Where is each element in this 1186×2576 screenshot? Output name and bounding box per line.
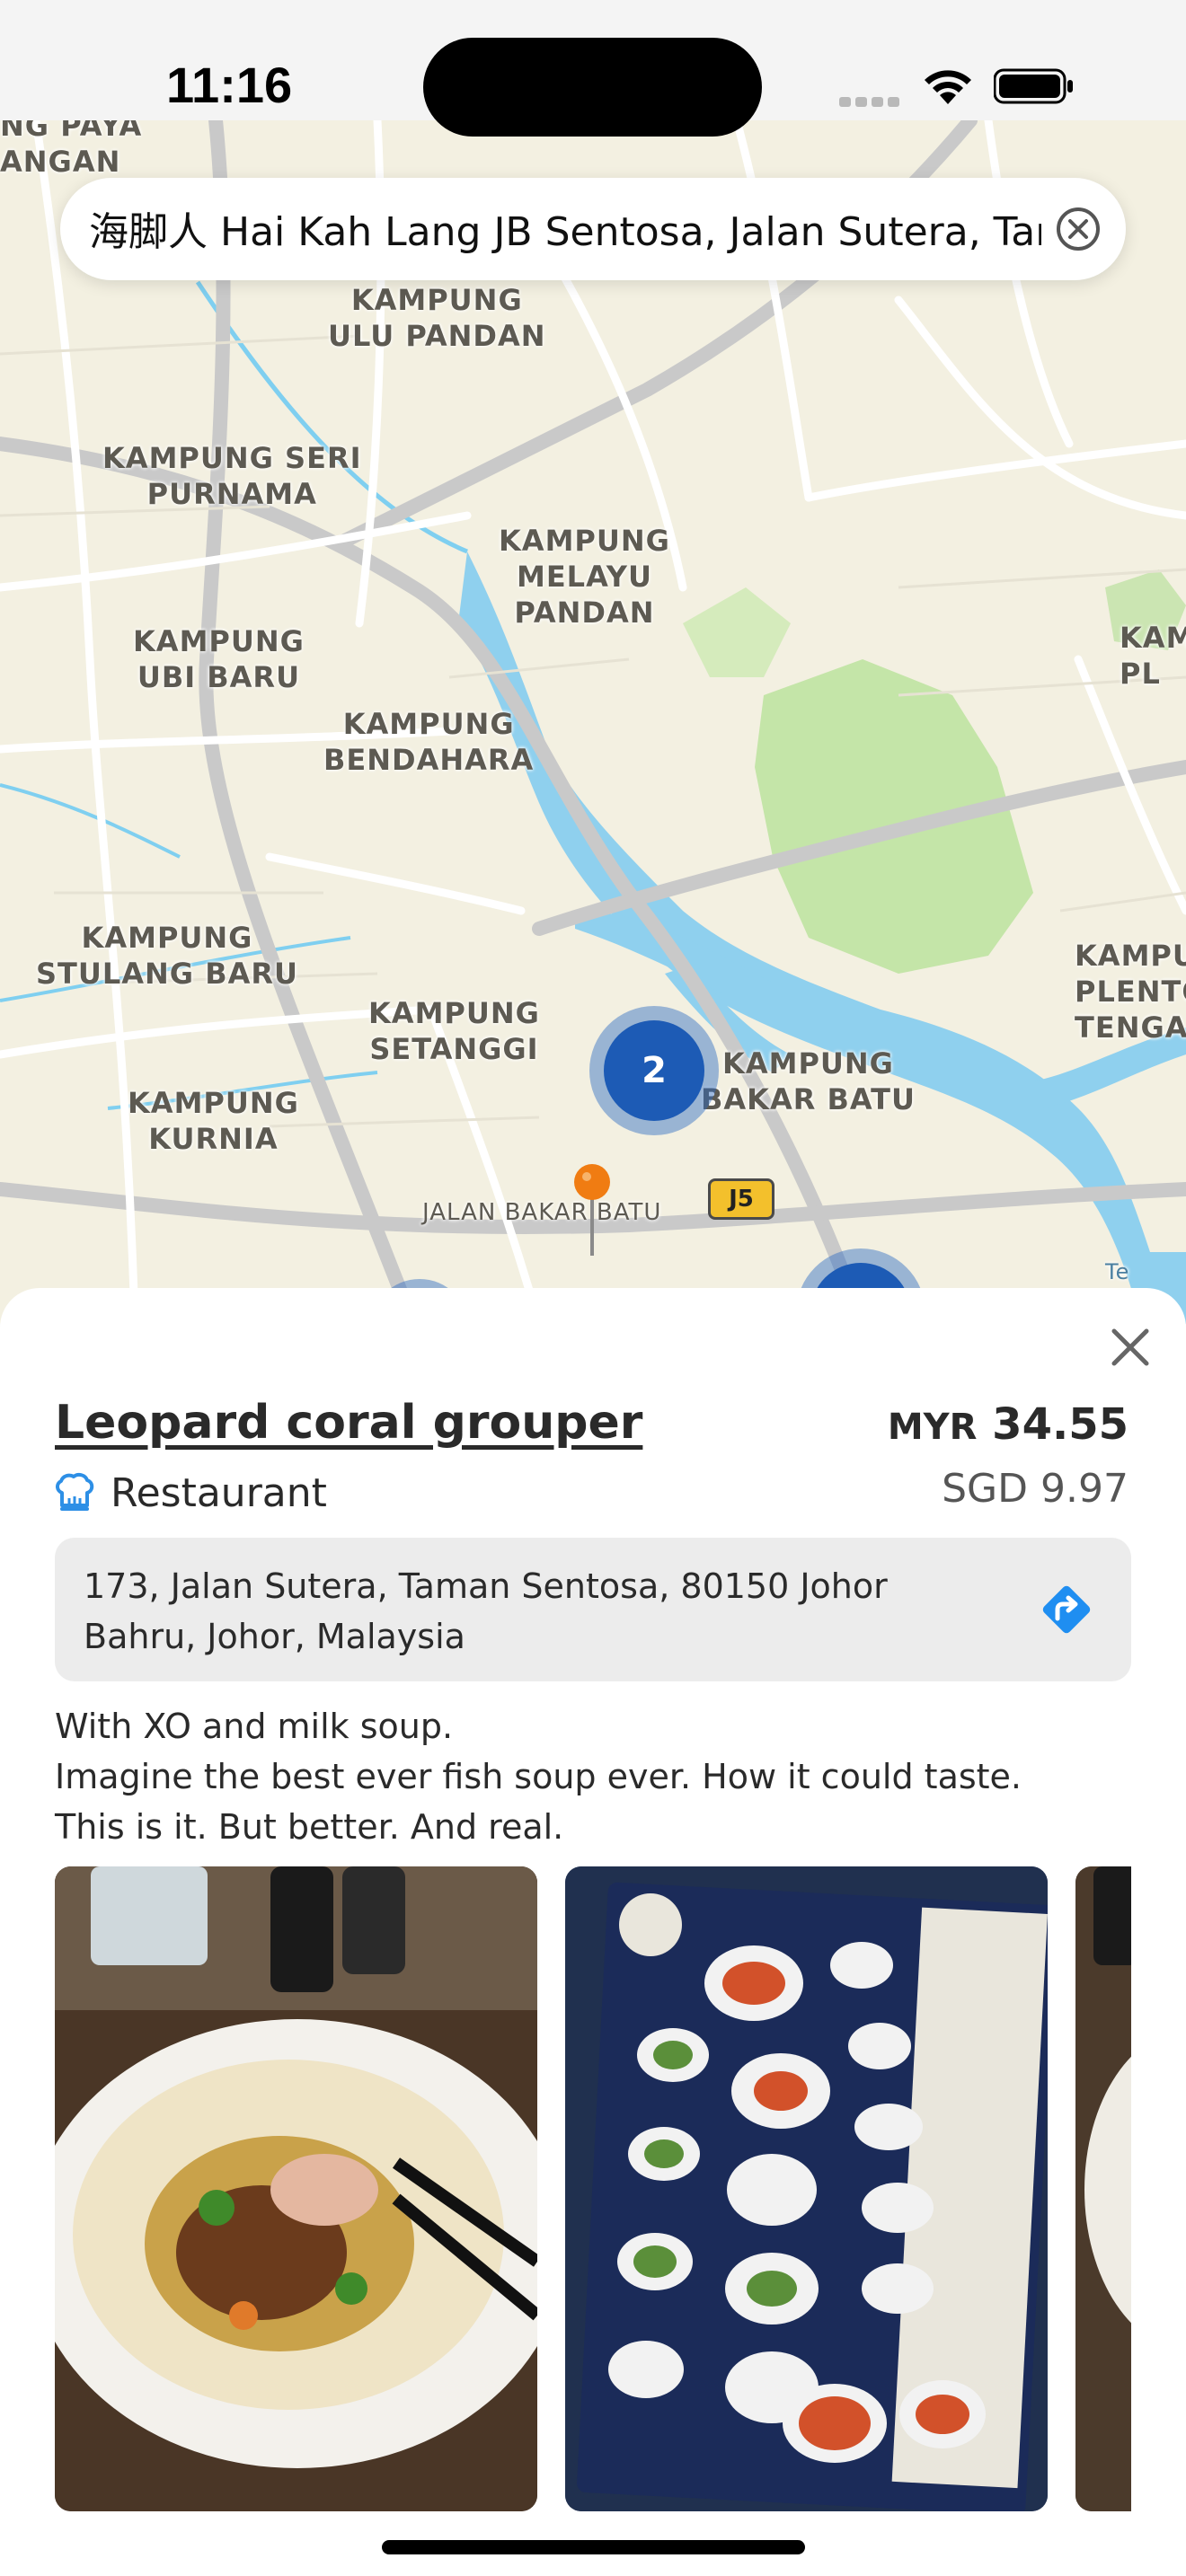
price-primary: MYR 34.55 [888,1399,1128,1450]
chef-hat-icon [56,1472,94,1511]
category-label: Restaurant [111,1469,327,1516]
map-label-bakar-batu: KAMPUNG BAKAR BATU [701,1046,916,1116]
fish-soup-image [55,1866,537,2511]
map-label-ulu-pandan: KAMPUNG ULU PANDAN [328,283,546,353]
place-detail-sheet: Leopard coral grouper MYR 34.55 Restaura… [0,1288,1186,2576]
app-screen: 11:16 NG PAYA ANGAN KAMPUNG ULU PANDAN K… [0,0,1186,2576]
map-label-te: Te [1105,1259,1130,1284]
address-box[interactable]: 173, Jalan Sutera, Taman Sentosa, 80150 … [55,1538,1131,1681]
price-amount: 34.55 [992,1399,1128,1450]
address-text: 173, Jalan Sutera, Taman Sentosa, 80150 … [84,1566,888,1656]
photo-fish-soup[interactable] [55,1866,537,2511]
price-currency: MYR [887,1407,978,1448]
dynamic-island [423,38,762,137]
cellular-signal-icon [839,93,904,107]
map-label-setanggi: KAMPUNG SETANGGI [368,996,540,1066]
cluster-count: 2 [604,1020,704,1121]
third-image [1075,1866,1131,2511]
road-shield: J5 [708,1178,774,1220]
map-label-ubi-baru: KAMPUNG UBI BARU [133,624,305,694]
map-label-plentong: KAMPU PLENTO TENGA [1075,939,1186,1045]
battery-icon [994,68,1073,104]
map-label-kurnia: KAMPUNG KURNIA [128,1086,299,1156]
map-pin-icon[interactable] [570,1162,615,1261]
map-label-seri-purnama: KAMPUNG SERI PURNAMA [102,441,362,511]
price-secondary: SGD 9.97 [942,1466,1128,1512]
status-time: 11:16 [166,57,293,113]
map-cluster[interactable]: 2 [589,1006,719,1135]
clear-search-icon[interactable] [1051,202,1105,256]
map-label-road: JALAN BAKAR BATU [422,1199,662,1226]
map-label-kam-pl: KAM PL [1120,621,1186,691]
map-label-melayu-pandan: KAMPUNG MELAYU PANDAN [499,524,670,630]
place-title[interactable]: Leopard coral grouper [55,1396,642,1450]
map-label-bendahara: KAMPUNG BENDAHARA [323,707,535,777]
map-label-paya: NG PAYA ANGAN [0,120,143,179]
search-input[interactable]: 海脚人 Hai Kah Lang JB Sentosa, Jalan Suter… [89,199,1041,259]
photo-carousel[interactable] [55,1866,1131,2511]
menu-image [565,1866,1048,2511]
category-row: Restaurant [55,1466,327,1520]
wifi-icon [925,70,971,104]
map-view[interactable]: NG PAYA ANGAN KAMPUNG ULU PANDAN KAMPUNG… [0,120,1186,1324]
photo-third[interactable] [1075,1866,1131,2511]
place-description: With XO and milk soup. Imagine the best … [55,1707,1022,1847]
directions-icon[interactable] [1038,1581,1095,1638]
search-bar[interactable]: 海脚人 Hai Kah Lang JB Sentosa, Jalan Suter… [60,178,1126,280]
map-label-stulang-baru: KAMPUNG STULANG BARU [36,921,298,991]
home-indicator[interactable] [382,2540,805,2554]
close-icon[interactable] [1107,1324,1154,1371]
status-bar: 11:16 [0,0,1186,137]
photo-menu[interactable] [565,1866,1048,2511]
